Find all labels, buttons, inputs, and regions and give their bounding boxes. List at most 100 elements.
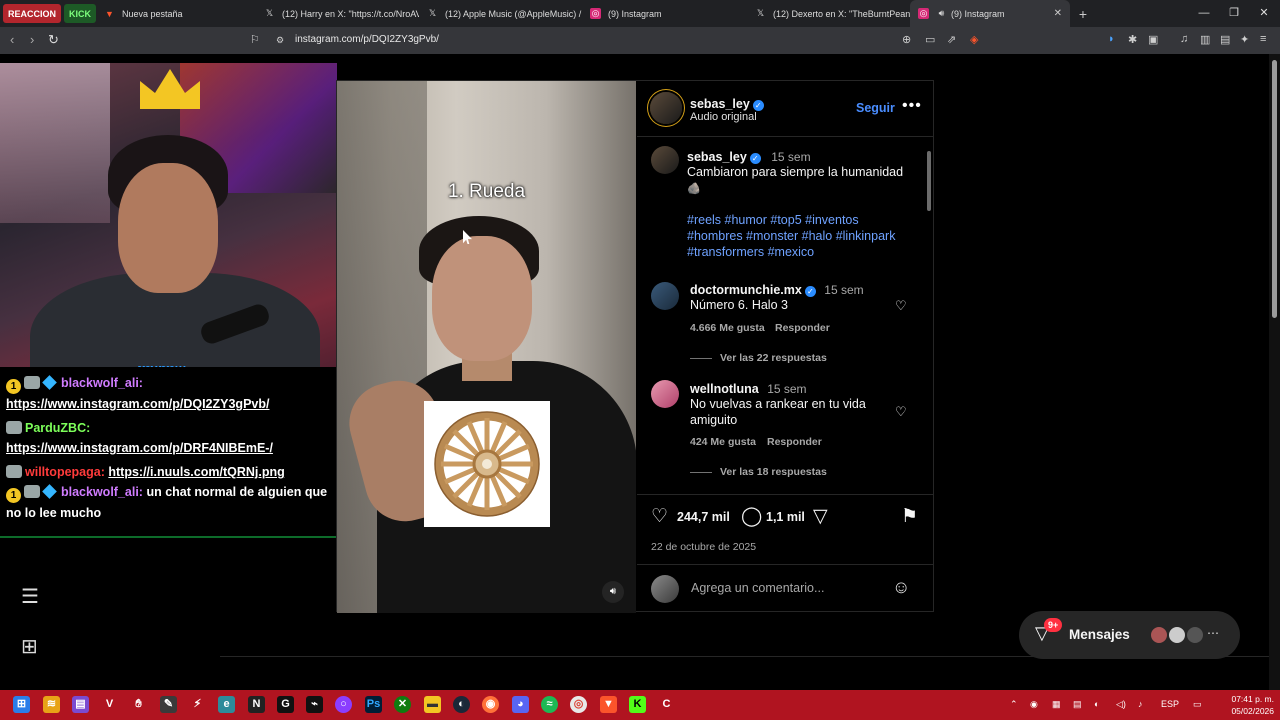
more-options-icon[interactable]: ••• [902,97,922,115]
back-icon[interactable]: ‹ [10,32,14,47]
like-comment-icon[interactable]: ♡ [895,298,907,314]
brave-shields-icon[interactable]: ◈ [970,33,978,46]
brave-icon[interactable]: ▼ [600,696,617,713]
steam-tray-icon[interactable]: ◐ [1094,699,1099,709]
page-scrollbar-thumb[interactable] [1272,60,1277,318]
emoji-picker-icon[interactable]: ☺ [892,577,910,598]
network-icon[interactable]: ▭ [1193,699,1202,710]
tab-nueva-pestana[interactable]: ▼ Nueva pestaña [96,0,256,27]
audio-toggle-icon[interactable]: 🔊︎ [602,581,624,603]
microphone-tray-icon[interactable]: ♪ [1138,699,1143,709]
language-indicator[interactable]: ESP [1161,699,1179,709]
screenshot-icon[interactable]: ▣ [1148,33,1158,46]
hamburger-menu-icon[interactable]: ☰ [21,584,39,609]
twitch-app-icon[interactable]: ▤ [72,696,89,713]
tray-app-icon[interactable]: ◉ [1030,699,1038,710]
reply-button[interactable]: Responder [767,436,822,448]
edge-icon[interactable]: e [218,696,235,713]
system-clock[interactable]: 07:41 p. m. 05/02/2026 [1222,693,1274,717]
chrome-icon[interactable]: ◎ [570,696,587,713]
hand-app-icon[interactable]: ✋︎ [130,696,147,713]
tab-instagram[interactable]: ◎ (9) Instagram [582,0,747,27]
caption-username[interactable]: sebas_ley [687,150,747,164]
comment-likes[interactable]: 424 Me gusta [690,436,756,448]
notion-icon[interactable]: N [248,696,265,713]
extensions-icon[interactable]: ✱ [1128,33,1137,46]
volume-icon[interactable]: ◁) [1116,699,1126,710]
tab-dexerto-x[interactable]: 𝕏 (12) Dexerto en X: "TheBurntPeanut [747,0,910,27]
site-info-icon[interactable]: ⚙ [276,35,284,46]
steam-icon[interactable]: ◐ [453,696,470,713]
audio-label[interactable]: Audio original [690,111,757,123]
comments-scrollbar[interactable] [925,139,933,494]
editor-app-icon[interactable]: ✎ [160,696,177,713]
discord-icon[interactable]: ◕ [512,696,529,713]
xbox-icon[interactable]: ✕ [394,696,411,713]
apps-grid-icon[interactable]: ⊞ [21,634,38,659]
tab-harry-x[interactable]: 𝕏 (12) Harry en X: "https://t.co/NroAVp [256,0,419,27]
scrollbar-thumb[interactable] [927,151,931,211]
comment-icon[interactable]: ◯ [741,505,762,528]
minimize-icon[interactable]: — [1188,0,1220,27]
capcut-icon[interactable]: G [277,696,294,713]
pinned-group-kick[interactable]: KICK [64,4,97,23]
url-field[interactable]: instagram.com/p/DQI2ZY3gPvb/ [295,34,439,45]
close-tab-icon[interactable]: ✕ [1046,8,1062,19]
caption-hashtags[interactable]: #reels #humor #top5 #inventos #hombres #… [687,212,912,260]
ccleaner-icon[interactable]: C [658,696,675,713]
wallet-icon[interactable]: ▤ [1220,33,1230,46]
photoshop-icon[interactable]: Ps [365,696,382,713]
share-send-icon[interactable]: ▽ [813,505,828,528]
close-window-icon[interactable]: ✕ [1248,0,1280,27]
menu-icon[interactable]: ≡ [1260,33,1266,45]
reload-icon[interactable]: ↻ [48,32,59,48]
show-hidden-icons[interactable]: ⌃ [1010,699,1018,710]
author-avatar[interactable] [650,92,682,124]
chat-link[interactable]: https://i.nuuls.com/tQRNj.png [108,465,284,479]
firefox-icon[interactable]: ◉ [482,696,499,713]
tray-app-icon[interactable]: ▦ [1052,699,1061,710]
chat-link[interactable]: https://www.instagram.com/p/DRF4NIBEmE-/ [6,441,273,455]
tab-apple-music-x[interactable]: 𝕏 (12) Apple Music (@AppleMusic) / X [419,0,582,27]
view-replies-button[interactable]: Ver las 18 respuestas [720,466,827,478]
forward-icon[interactable]: › [30,32,34,47]
media-icon[interactable]: ♫ [1180,33,1188,45]
reply-button[interactable]: Responder [775,322,830,334]
pinned-group-reaccion[interactable]: REACCION [3,4,62,23]
share-icon[interactable]: ⇗ [947,33,956,46]
author-username[interactable]: sebas_ley [690,97,750,111]
save-bookmark-icon[interactable]: ⚑ [901,505,918,528]
messages-button[interactable]: ▽ 9+ Mensajes ⋯ [1019,611,1240,659]
translate-icon[interactable]: ◗ [1108,33,1115,45]
like-icon[interactable]: ♡ [651,505,668,528]
sidebar-icon[interactable]: ▥ [1200,33,1210,46]
start-menu-icon[interactable]: ⊞ [13,696,30,713]
author-avatar[interactable] [651,146,679,174]
comment-input[interactable]: Agrega un comentario... [691,581,824,595]
cast-icon[interactable]: ▭ [925,33,935,46]
spotify-icon[interactable]: ≈ [541,696,558,713]
kick-icon[interactable]: K [629,696,646,713]
lightning-app-icon[interactable]: ⚡︎ [189,696,206,713]
maximize-icon[interactable]: ❐ [1218,0,1250,27]
file-explorer-icon[interactable]: ▬ [424,696,441,713]
leo-ai-icon[interactable]: ✦ [1240,33,1249,46]
likes-count[interactable]: 244,7 mil [677,510,730,524]
obs-like-icon[interactable]: ⌁ [306,696,323,713]
comment-username[interactable]: wellnotluna [690,382,759,396]
tray-app-icon[interactable]: ▤ [1073,699,1082,710]
like-comment-icon[interactable]: ♡ [895,404,907,420]
reel-video[interactable]: 1. Rueda 🔊︎ [337,81,636,613]
circle-app-icon[interactable]: ○ [335,696,352,713]
page-scrollbar[interactable] [1269,54,1280,690]
commenter-avatar[interactable] [651,380,679,408]
new-tab-button[interactable]: + [1070,6,1096,22]
comment-username[interactable]: doctormunchie.mx [690,283,802,297]
comment-likes[interactable]: 4.666 Me gusta [690,322,765,334]
zoom-icon[interactable]: ⊕ [902,33,911,46]
bookmark-icon[interactable]: ⚐ [250,33,260,46]
commenter-avatar[interactable] [651,282,679,310]
chat-link[interactable]: https://www.instagram.com/p/DQI2ZY3gPvb/ [6,397,269,411]
valorant-icon[interactable]: V [101,696,118,713]
stack-app-icon[interactable]: ≋ [43,696,60,713]
